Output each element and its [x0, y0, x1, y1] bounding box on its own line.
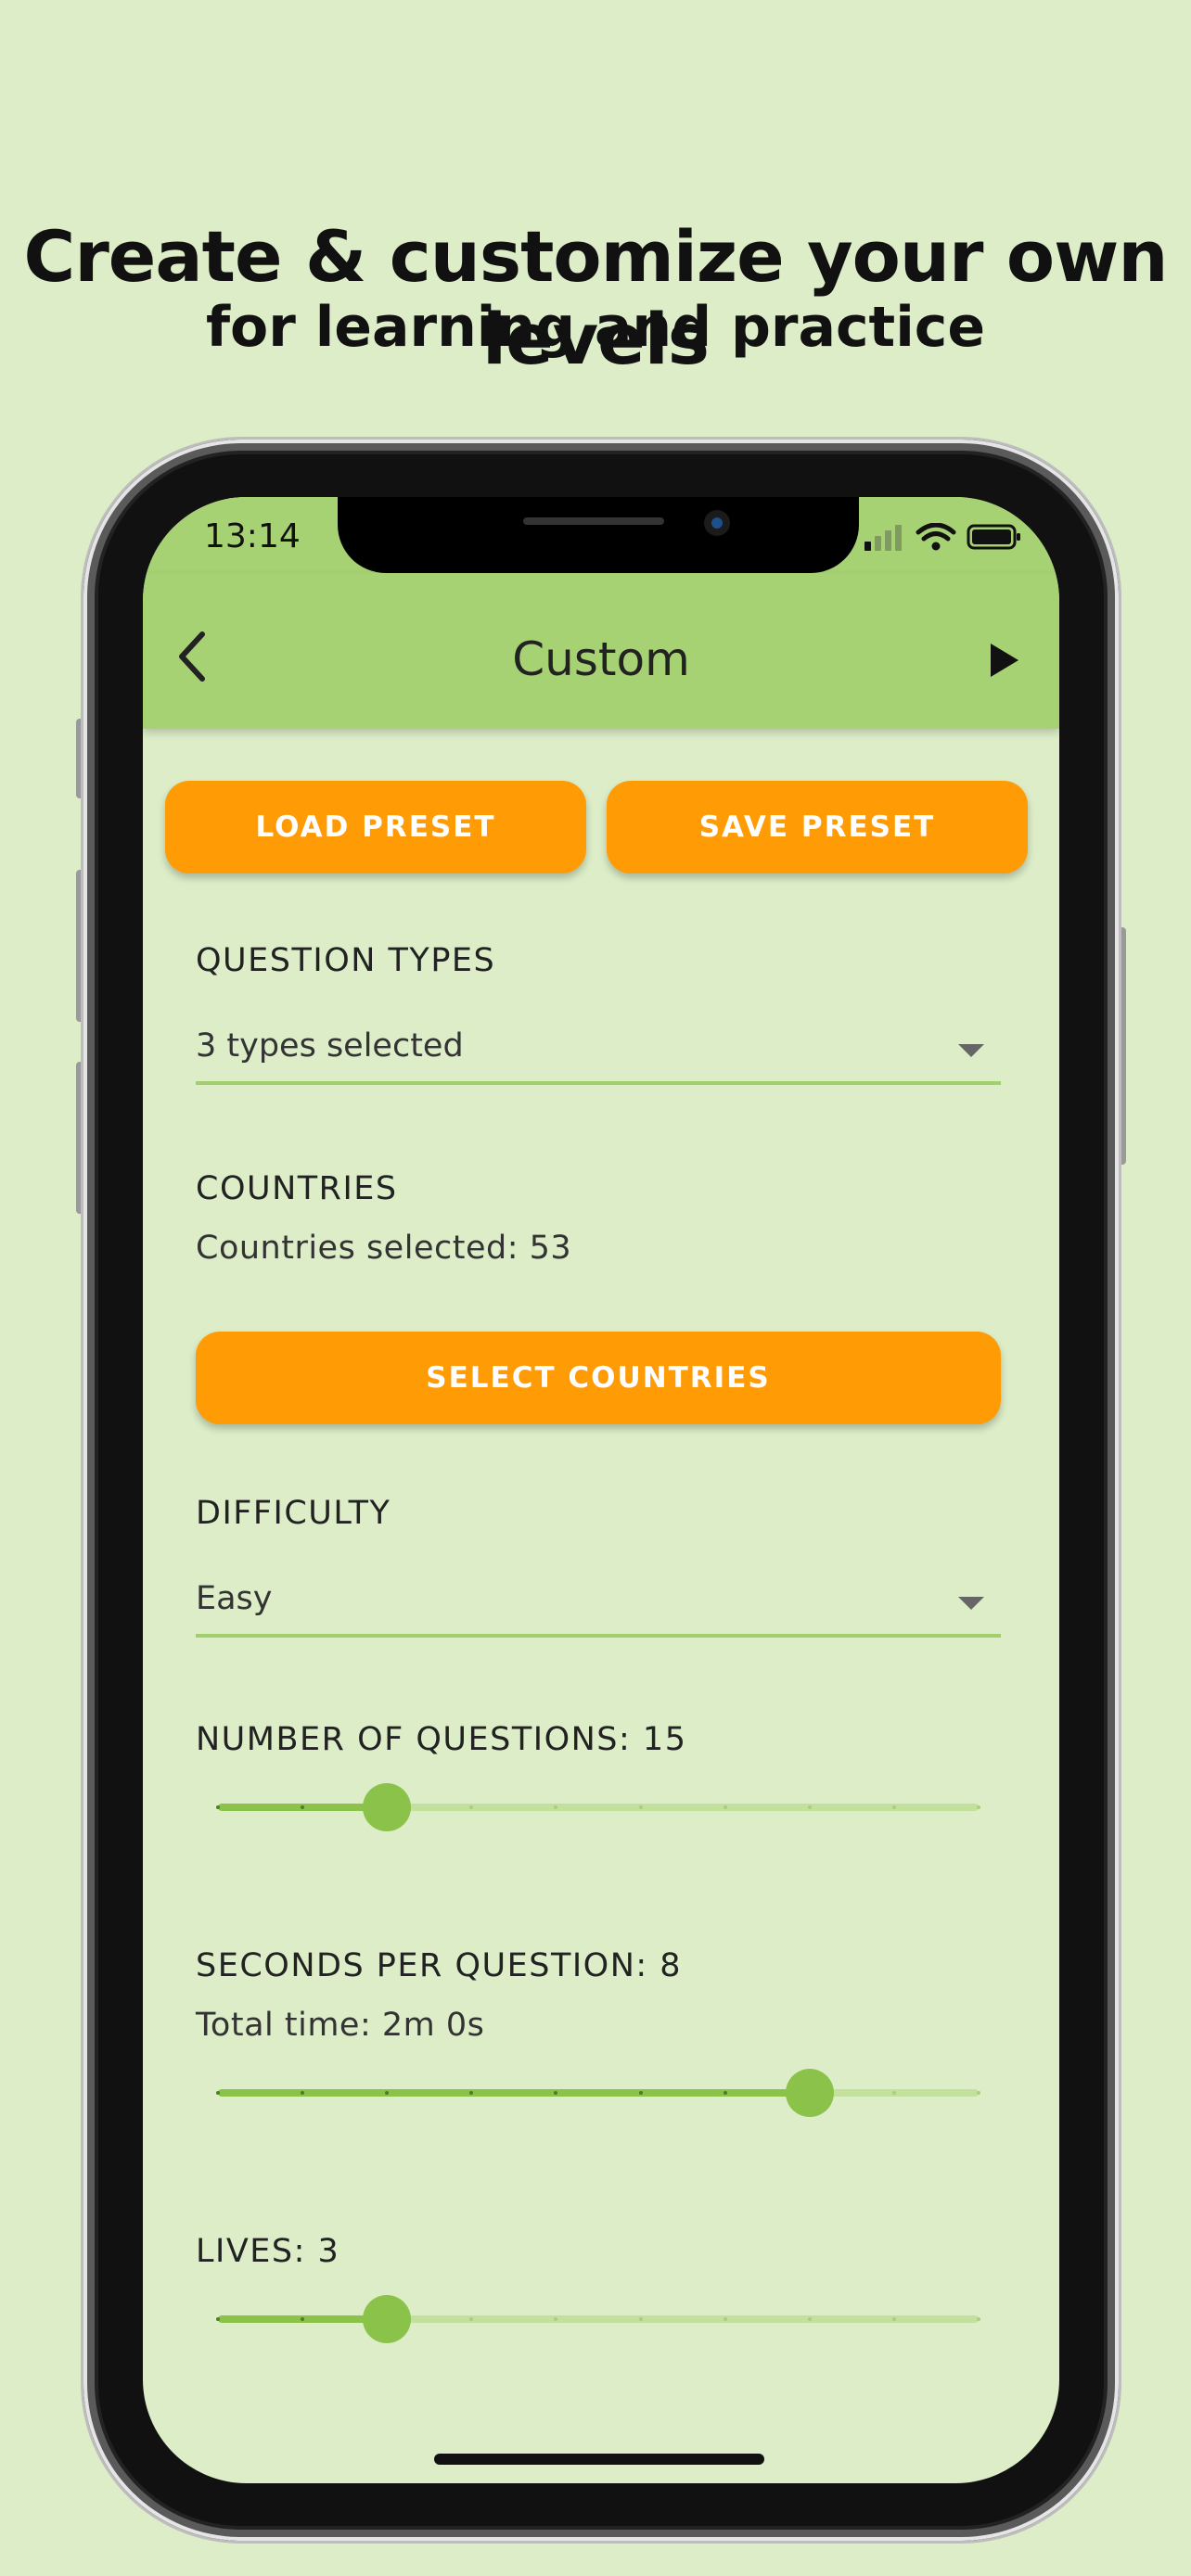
difficulty-label: DIFFICULTY — [196, 1495, 391, 1532]
wifi-icon — [916, 522, 956, 551]
slider-tick — [807, 1805, 812, 1809]
play-button[interactable] — [981, 638, 1026, 682]
slider-tick — [723, 2091, 727, 2095]
status-icons — [864, 522, 1022, 551]
slider-tick — [638, 1805, 643, 1809]
difficulty-dropdown[interactable]: Easy — [196, 1567, 1001, 1638]
slider-tick — [977, 2317, 980, 2321]
slider-thumb[interactable] — [363, 2295, 412, 2343]
slider-tick — [638, 2091, 643, 2095]
notch — [338, 497, 859, 573]
question-types-dropdown[interactable]: 3 types selected — [196, 1014, 1001, 1085]
seconds-per-question-label: SECONDS PER QUESTION: 8 — [196, 1947, 683, 1984]
slider-tick — [723, 2317, 727, 2321]
slider-thumb[interactable] — [363, 1783, 412, 1831]
slider-thumb[interactable] — [785, 2069, 834, 2117]
earpiece-speaker — [523, 517, 664, 525]
slider-tick — [807, 2317, 812, 2321]
dropdown-arrow-icon — [958, 1044, 984, 1057]
slider-tick — [216, 1805, 220, 1809]
cellular-signal-icon — [864, 525, 902, 551]
select-countries-button[interactable]: SELECT COUNTRIES — [196, 1332, 1001, 1424]
countries-selected-count: Countries selected: 53 — [196, 1230, 572, 1267]
slider-tick — [723, 1805, 727, 1809]
status-time: 13:14 — [204, 517, 301, 555]
lives-slider[interactable] — [196, 2290, 1001, 2346]
dropdown-arrow-icon — [958, 1597, 984, 1610]
slider-active-track — [218, 2089, 810, 2097]
seconds-per-question-slider[interactable] — [196, 2064, 1001, 2120]
slider-tick — [891, 1805, 896, 1809]
slider-tick — [638, 2317, 643, 2321]
total-time-text: Total time: 2m 0s — [196, 2007, 485, 2044]
slider-tick — [891, 2317, 896, 2321]
number-of-questions-label: NUMBER OF QUESTIONS: 15 — [196, 1721, 687, 1758]
phone-frame: 13:14 Custom LOAD PRESET SAVE PRESET QUE… — [83, 440, 1119, 2541]
question-types-value: 3 types selected — [196, 1027, 464, 1065]
front-camera — [704, 510, 730, 536]
lives-label: LIVES: 3 — [196, 2233, 340, 2270]
slider-tick — [977, 2091, 980, 2095]
promo-subtitle: for learning and practice — [205, 295, 986, 360]
countries-label: COUNTRIES — [196, 1170, 398, 1207]
question-types-label: QUESTION TYPES — [196, 942, 496, 979]
save-preset-button[interactable]: SAVE PRESET — [607, 781, 1028, 874]
home-indicator — [434, 2454, 764, 2465]
slider-tick — [216, 2317, 220, 2321]
play-icon — [991, 644, 1018, 677]
page-title: Custom — [512, 632, 690, 686]
slider-tick — [891, 2091, 896, 2095]
slider-tick — [977, 1805, 980, 1809]
phone-screen: 13:14 Custom LOAD PRESET SAVE PRESET QUE… — [143, 497, 1059, 2483]
load-preset-button[interactable]: LOAD PRESET — [165, 781, 586, 874]
slider-tick — [216, 2091, 220, 2095]
difficulty-value: Easy — [196, 1580, 273, 1617]
number-of-questions-slider[interactable] — [196, 1779, 1001, 1834]
battery-icon — [967, 524, 1020, 550]
app-bar: Custom — [143, 573, 1059, 729]
